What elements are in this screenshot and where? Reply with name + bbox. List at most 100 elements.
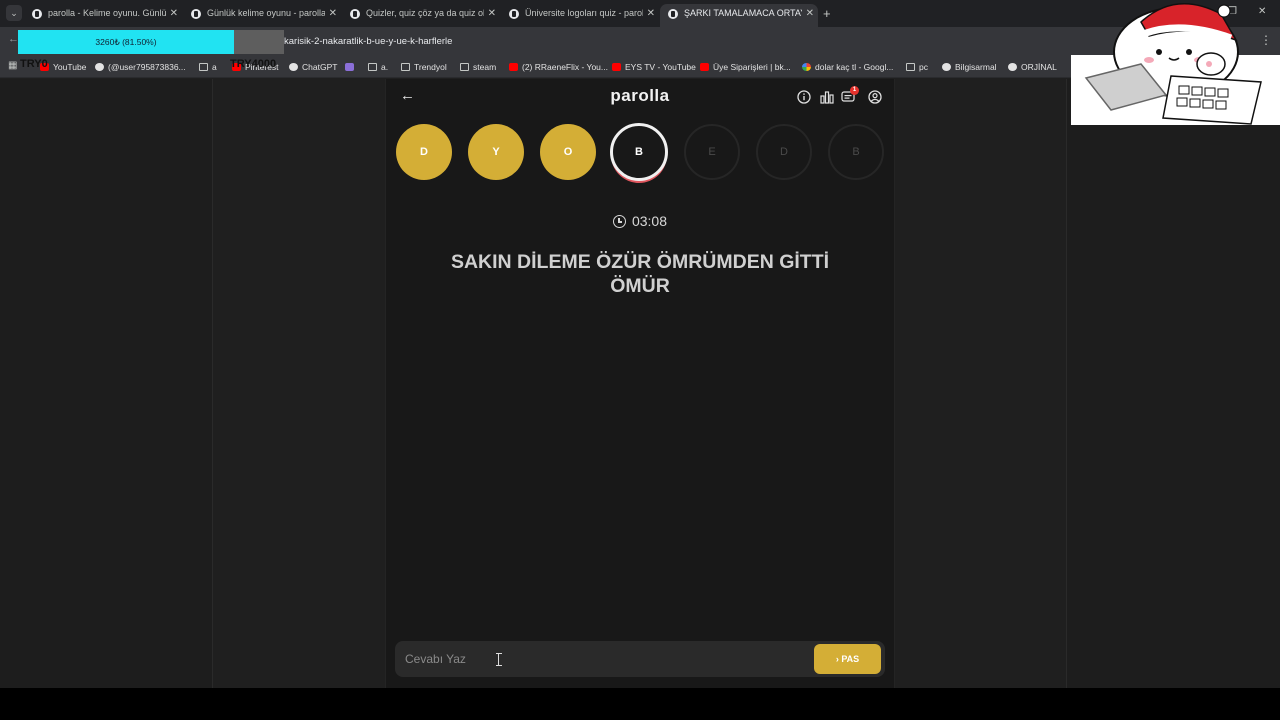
- chatgpt-icon: [289, 63, 298, 71]
- parolla-favicon-icon: [191, 9, 201, 19]
- browser-tab[interactable]: Quizler, quiz çöz ya da quiz olu ✕: [342, 4, 500, 27]
- cat-sticker-icon: [1084, 3, 1262, 125]
- letter-circle: D: [756, 124, 812, 180]
- tab-title: parolla - Kelime oyunu. Günlük: [48, 8, 166, 18]
- bookmark-bilgisarmal[interactable]: Bilgisarmal: [942, 60, 997, 74]
- tiktok-icon: [95, 63, 104, 71]
- globe-icon: [1008, 63, 1017, 71]
- screen-bottom-bar: [0, 688, 1280, 720]
- answer-input[interactable]: [405, 641, 805, 677]
- bookmark-eys-tv[interactable]: EYS TV - YouTube: [612, 60, 696, 74]
- parolla-favicon-icon: [509, 9, 519, 19]
- browser-tab[interactable]: parolla - Kelime oyunu. Günlük ✕: [24, 4, 182, 27]
- notification-badge: 1: [850, 86, 859, 95]
- bookmark-label: Üye Siparişleri | bk...: [713, 62, 791, 72]
- page-left-gutter: [0, 79, 213, 688]
- letter-circle-current: B: [610, 123, 668, 181]
- bookmark-label: (@user795873836...: [108, 62, 186, 72]
- browser-tab[interactable]: Günlük kelime oyunu - parolla ✕: [183, 4, 341, 27]
- screen: ⌄ parolla - Kelime oyunu. Günlük ✕ Günlü…: [0, 0, 1280, 720]
- goal-start-label: TRY0: [20, 58, 48, 70]
- info-icon[interactable]: [797, 90, 811, 104]
- close-tab-icon[interactable]: ✕: [488, 4, 496, 23]
- letter-circle: E: [684, 124, 740, 180]
- parolla-app: ← parolla 1 D Y O B E D B 03:08 SAKIN Dİ…: [385, 79, 895, 688]
- folder-icon: [199, 63, 208, 71]
- arrow-icon: [345, 63, 354, 71]
- letter-circle: Y: [468, 124, 524, 180]
- globe-icon: [942, 63, 951, 71]
- bookmark-label: a.: [381, 62, 389, 72]
- tab-title: Günlük kelime oyunu - parolla: [207, 8, 325, 18]
- profile-icon[interactable]: [868, 90, 882, 104]
- browser-tab[interactable]: Üniversite logoları quiz - parolla ✕: [501, 4, 659, 27]
- bookmark-trendyol[interactable]: Trendyol: [401, 60, 447, 74]
- close-tab-icon[interactable]: ✕: [647, 4, 655, 23]
- close-tab-icon[interactable]: ✕: [806, 4, 814, 23]
- youtube-icon: [509, 63, 518, 71]
- store-icon: [700, 63, 709, 71]
- bookmark-steam[interactable]: steam: [460, 60, 496, 74]
- timer-value: 03:08: [631, 213, 668, 229]
- bookmark-label: ChatGPT: [302, 62, 338, 72]
- bookmark-label: pc: [919, 62, 928, 72]
- apps-grid-icon[interactable]: ▦: [8, 60, 17, 71]
- stats-icon[interactable]: [820, 90, 834, 104]
- donation-progress-text: 3260₺ (81.50%): [95, 37, 157, 47]
- parolla-favicon-icon: [350, 9, 360, 19]
- bookmark-label: Trendyol: [414, 62, 447, 72]
- countdown-timer: 03:08: [386, 213, 894, 229]
- bookmark-arrow[interactable]: [345, 60, 358, 74]
- youtube-icon: [612, 63, 621, 71]
- tab-title: ŞARKI TAMALAMACA ORTAYA K: [684, 8, 802, 18]
- tab-title: Quizler, quiz çöz ya da quiz olu: [366, 8, 484, 18]
- clock-icon: [612, 215, 626, 228]
- bookmark-label: EYS TV - YouTube: [625, 62, 696, 72]
- text-cursor-icon: [496, 653, 504, 666]
- pass-label: PAS: [841, 654, 860, 664]
- bookmark-orjinal[interactable]: ORJİNAL: [1008, 60, 1057, 74]
- answer-form: › PAS: [395, 641, 885, 677]
- tab-search-button[interactable]: ⌄: [6, 5, 22, 21]
- new-tab-button[interactable]: +: [823, 6, 831, 21]
- parolla-favicon-icon: [32, 9, 42, 19]
- bookmark-label: steam: [473, 62, 497, 72]
- bookmark-label: ORJİNAL: [1021, 62, 1057, 72]
- cat-with-keyboard-sticker: [1071, 0, 1280, 125]
- app-header: ← parolla 1: [386, 79, 894, 115]
- close-tab-icon[interactable]: ✕: [329, 4, 337, 23]
- browser-tab-active[interactable]: ŞARKI TAMALAMACA ORTAYA K ✕: [660, 4, 818, 27]
- bookmark-folder-a[interactable]: a: [199, 60, 217, 74]
- web-page: ← parolla 1 D Y O B E D B 03:08 SAKIN Dİ…: [0, 79, 1280, 688]
- bookmark-label: dolar kaç tl - Googl...: [815, 62, 894, 72]
- bookmark-pc[interactable]: pc: [906, 60, 928, 74]
- folder-icon: [368, 63, 377, 71]
- page-right-gutter: [1066, 79, 1280, 688]
- bookmark-chatgpt[interactable]: ChatGPT: [289, 60, 337, 74]
- bookmark-folder-a2[interactable]: a.: [368, 60, 388, 74]
- bookmark-label: YouTube: [53, 62, 87, 72]
- address-url: karisik-2-nakaratlik-b-ue-y-ue-k-harfler…: [284, 36, 453, 47]
- bookmark-label: (2) RRaeneFlix - You...: [522, 62, 608, 72]
- bookmark-uye-siparisleri[interactable]: Üye Siparişleri | bk...: [700, 60, 791, 74]
- google-icon: [802, 63, 811, 71]
- goal-end-label: TRY4000: [230, 58, 277, 70]
- folder-icon: [460, 63, 469, 71]
- bookmark-tiktok[interactable]: (@user795873836...: [95, 60, 186, 74]
- pass-button[interactable]: › PAS: [814, 644, 881, 674]
- bookmark-dolar[interactable]: dolar kaç tl - Googl...: [802, 60, 893, 74]
- letter-circle: O: [540, 124, 596, 180]
- letter-circle: B: [828, 124, 884, 180]
- tab-title: Üniversite logoları quiz - parolla: [525, 8, 643, 18]
- bookmark-rraeneflix[interactable]: (2) RRaeneFlix - You...: [509, 60, 608, 74]
- letter-circle: D: [396, 124, 452, 180]
- bookmark-label: Bilgisarmal: [955, 62, 997, 72]
- chevron-right-icon: ›: [835, 654, 839, 664]
- donation-progress-bar: 3260₺ (81.50%): [18, 30, 284, 54]
- bookmark-label: a: [212, 62, 217, 72]
- close-tab-icon[interactable]: ✕: [170, 4, 178, 23]
- folder-icon: [906, 63, 915, 71]
- address-bar[interactable]: karisik-2-nakaratlik-b-ue-y-ue-k-harfler…: [284, 31, 1064, 51]
- folder-icon: [401, 63, 410, 71]
- app-logo: parolla: [610, 86, 670, 105]
